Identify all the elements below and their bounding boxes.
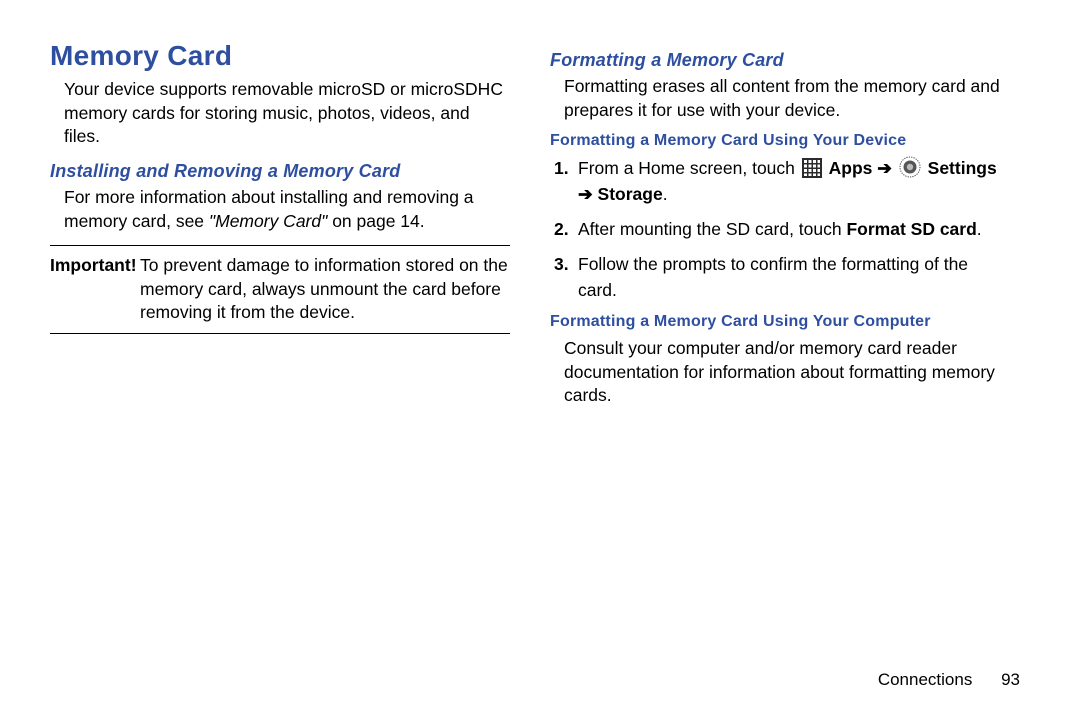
- subheading-using-device: Formatting a Memory Card Using Your Devi…: [550, 132, 1010, 150]
- steps-list: From a Home screen, touch Apps ➔ Setting…: [550, 156, 1010, 303]
- text-fragment: From a Home screen, touch: [578, 158, 800, 178]
- step-item: After mounting the SD card, touch Format…: [578, 217, 1010, 242]
- text-fragment: .: [977, 219, 982, 239]
- using-computer-text: Consult your computer and/or memory card…: [564, 337, 1010, 408]
- subheading-formatting: Formatting a Memory Card: [550, 50, 1010, 71]
- right-column: Formatting a Memory Card Formatting eras…: [550, 40, 1010, 660]
- install-remove-text: For more information about installing an…: [64, 186, 510, 233]
- settings-label: Settings: [928, 158, 997, 178]
- formatting-intro: Formatting erases all content from the m…: [564, 75, 1010, 122]
- apps-label: Apps: [829, 158, 873, 178]
- text-fragment: After mounting the SD card, touch: [578, 219, 846, 239]
- arrow-icon: ➔: [872, 158, 896, 178]
- step-item: From a Home screen, touch Apps ➔ Setting…: [578, 156, 1010, 207]
- arrow-icon: ➔: [578, 184, 598, 204]
- intro-paragraph: Your device supports removable microSD o…: [64, 78, 510, 149]
- page-footer: Connections 93: [878, 670, 1020, 690]
- text-fragment: on page 14.: [327, 211, 424, 231]
- important-note: Important! To prevent damage to informat…: [50, 245, 510, 334]
- reference-italic: "Memory Card": [209, 211, 327, 231]
- subheading-using-computer: Formatting a Memory Card Using Your Comp…: [550, 313, 1010, 331]
- storage-label: Storage: [598, 184, 663, 204]
- page-content: Memory Card Your device supports removab…: [0, 0, 1080, 720]
- left-column: Memory Card Your device supports removab…: [50, 40, 510, 660]
- settings-icon: [899, 156, 921, 178]
- important-label: Important!: [50, 254, 140, 325]
- chapter-name: Connections: [878, 670, 973, 689]
- apps-icon: [802, 158, 822, 178]
- step-item: Follow the prompts to confirm the format…: [578, 252, 1010, 303]
- subheading-install-remove: Installing and Removing a Memory Card: [50, 161, 510, 182]
- page-number: 93: [1001, 670, 1020, 689]
- important-text: To prevent damage to information stored …: [140, 254, 510, 325]
- section-title: Memory Card: [50, 40, 510, 72]
- format-sd-label: Format SD card: [846, 219, 976, 239]
- text-fragment: .: [663, 184, 668, 204]
